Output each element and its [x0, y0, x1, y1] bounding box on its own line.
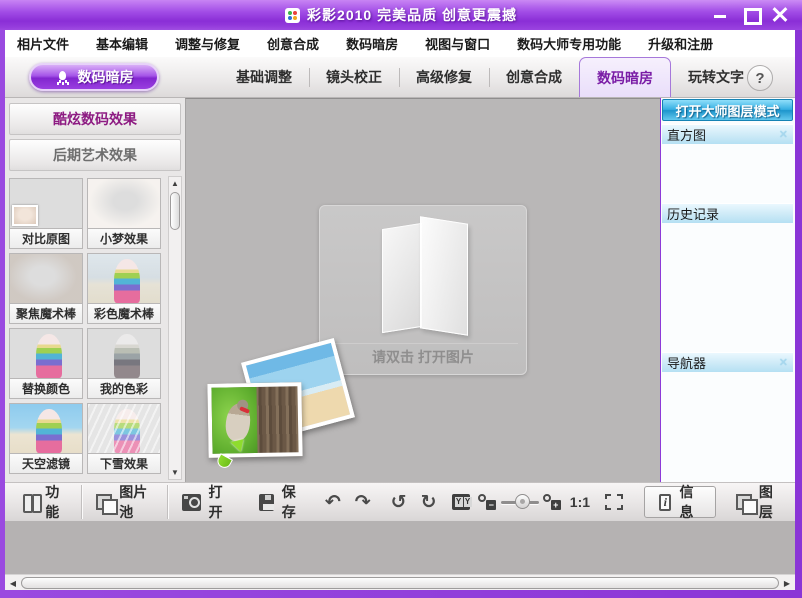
menu-master-functions[interactable]: 数码大师专用功能	[517, 34, 621, 53]
scroll-down-icon[interactable]: ▼	[169, 466, 181, 479]
info-icon: i	[659, 494, 671, 511]
menubar: 相片文件 基本编辑 调整与修复 创意合成 数码暗房 视图与窗口 数码大师专用功能…	[5, 30, 795, 57]
effect-thumbnail	[87, 328, 161, 379]
features-button[interactable]: 功能	[9, 485, 81, 519]
darkroom-mode-button[interactable]: 数码暗房	[29, 63, 159, 91]
help-button[interactable]: ?	[747, 65, 773, 91]
main-area: 酷炫数码效果 后期艺术效果 对比原图 小梦效果 聚焦魔术棒 彩色魔术棒	[5, 98, 795, 482]
category-cool-digital-effects[interactable]: 酷炫数码效果	[9, 103, 181, 135]
menu-view-window[interactable]: 视图与窗口	[425, 34, 490, 53]
tab-digital-darkroom[interactable]: 数码暗房	[579, 57, 671, 97]
menu-basic-edit[interactable]: 基本编辑	[96, 34, 148, 53]
green-arrow-icon	[213, 435, 250, 468]
master-layer-mode-button[interactable]: 打开大师图层模式	[662, 99, 793, 121]
histogram-close-icon[interactable]: ✕	[779, 128, 788, 141]
category-post-art-effects[interactable]: 后期艺术效果	[9, 139, 181, 171]
navigator-close-icon[interactable]: ✕	[779, 356, 788, 369]
close-icon[interactable]	[772, 6, 788, 22]
navigator-panel-header[interactable]: 导航器 ✕	[662, 352, 793, 372]
hscrollbar-thumb[interactable]	[21, 577, 779, 589]
scroll-left-icon[interactable]: ◀	[7, 575, 19, 591]
lower-panel-area	[5, 522, 795, 574]
tab-lens-correction[interactable]: 镜头校正	[309, 57, 399, 97]
menu-upgrade-register[interactable]: 升级和注册	[648, 34, 713, 53]
effect-compare-original[interactable]: 对比原图	[9, 178, 83, 249]
effect-thumbnail	[9, 178, 83, 229]
tab-creative-composite[interactable]: 创意合成	[489, 57, 579, 97]
actual-size-button[interactable]: 1:1	[562, 494, 598, 510]
effects-grid: 对比原图 小梦效果 聚焦魔术棒 彩色魔术棒 替换颜色	[5, 176, 185, 482]
menu-adjust-repair[interactable]: 调整与修复	[175, 34, 240, 53]
scrollbar-thumb[interactable]	[170, 192, 180, 230]
zoom-in-icon[interactable]: +	[543, 493, 562, 511]
effect-focus-wand[interactable]: 聚焦魔术棒	[9, 253, 83, 324]
bottom-toolbar: 功能 图片池 打开 保存 ↶ ↷ ↺ ↻ − + 1:1	[5, 482, 795, 522]
zoom-out-icon[interactable]: −	[478, 493, 497, 511]
effect-snow[interactable]: 下雪效果	[87, 403, 161, 474]
effect-thumbnail	[87, 403, 161, 454]
menu-digital-darkroom[interactable]: 数码暗房	[346, 34, 398, 53]
effect-dream[interactable]: 小梦效果	[87, 178, 161, 249]
effect-thumbnail	[87, 178, 161, 229]
toolbar: 数码暗房 基础调整 镜头校正 高级修复 创意合成 数码暗房 玩转文字 ?	[5, 57, 795, 98]
open-image-dropzone[interactable]: 请双击 打开图片	[319, 205, 527, 375]
lamp-icon	[55, 70, 70, 85]
effect-thumbnail	[9, 328, 83, 379]
right-panel: 打开大师图层模式 直方图 ✕ 历史记录 导航器 ✕	[661, 98, 795, 482]
redo-icon[interactable]: ↷	[348, 493, 378, 512]
horizontal-scrollbar[interactable]: ◀ ▶	[5, 574, 795, 590]
undo-icon[interactable]: ↶	[318, 493, 348, 512]
fit-screen-icon[interactable]	[598, 494, 630, 510]
maximize-icon[interactable]	[742, 6, 758, 22]
panels-icon	[23, 494, 37, 510]
scroll-up-icon[interactable]: ▲	[169, 177, 181, 190]
info-button[interactable]: i 信息	[644, 486, 716, 518]
menu-creative-composite[interactable]: 创意合成	[267, 34, 319, 53]
tab-basic-adjust[interactable]: 基础调整	[219, 57, 309, 97]
dropzone-hint: 请双击 打开图片	[320, 347, 526, 367]
stacked-images-icon	[96, 494, 111, 511]
open-folder-icon	[374, 220, 474, 338]
titlebar: 彩影2010 完美品质 创意更震撼	[0, 0, 802, 30]
history-panel-header[interactable]: 历史记录	[662, 203, 793, 223]
effect-my-colors[interactable]: 我的色彩	[87, 328, 161, 399]
effect-color-wand[interactable]: 彩色魔术棒	[87, 253, 161, 324]
histogram-panel-header[interactable]: 直方图 ✕	[662, 124, 793, 144]
window-title: 彩影2010 完美品质 创意更震撼	[307, 5, 517, 25]
effect-thumbnail	[87, 253, 161, 304]
effect-thumbnail	[9, 403, 83, 454]
floppy-icon	[259, 494, 274, 511]
rotate-left-icon[interactable]: ↺	[384, 493, 414, 512]
image-pool-button[interactable]: 图片池	[82, 485, 167, 519]
canvas: 请双击 打开图片	[185, 98, 660, 482]
layers-button[interactable]: 图层	[722, 485, 795, 519]
tab-advanced-repair[interactable]: 高级修复	[399, 57, 489, 97]
camera-icon	[182, 494, 201, 511]
minimize-icon[interactable]	[712, 6, 728, 22]
zoom-slider-knob[interactable]	[515, 494, 530, 509]
save-button[interactable]: 保存	[245, 485, 318, 519]
scroll-right-icon[interactable]: ▶	[781, 575, 793, 591]
zoom-slider[interactable]	[501, 493, 539, 511]
layers-icon	[736, 494, 751, 511]
effects-panel: 酷炫数码效果 后期艺术效果 对比原图 小梦效果 聚焦魔术棒 彩色魔术棒	[5, 98, 185, 482]
open-button[interactable]: 打开	[168, 485, 245, 519]
effects-scrollbar[interactable]: ▲ ▼	[168, 176, 182, 480]
app-logo-icon	[285, 8, 300, 23]
app-window: 彩影2010 完美品质 创意更震撼 相片文件 基本编辑 调整与修复 创意合成 数…	[0, 0, 802, 598]
effect-thumbnail	[9, 253, 83, 304]
rotate-right-icon[interactable]: ↻	[414, 493, 444, 512]
menu-photo-file[interactable]: 相片文件	[17, 34, 69, 53]
effect-sky-filter[interactable]: 天空滤镜	[9, 403, 83, 474]
effect-replace-color[interactable]: 替换颜色	[9, 328, 83, 399]
compare-view-icon[interactable]	[452, 494, 471, 510]
